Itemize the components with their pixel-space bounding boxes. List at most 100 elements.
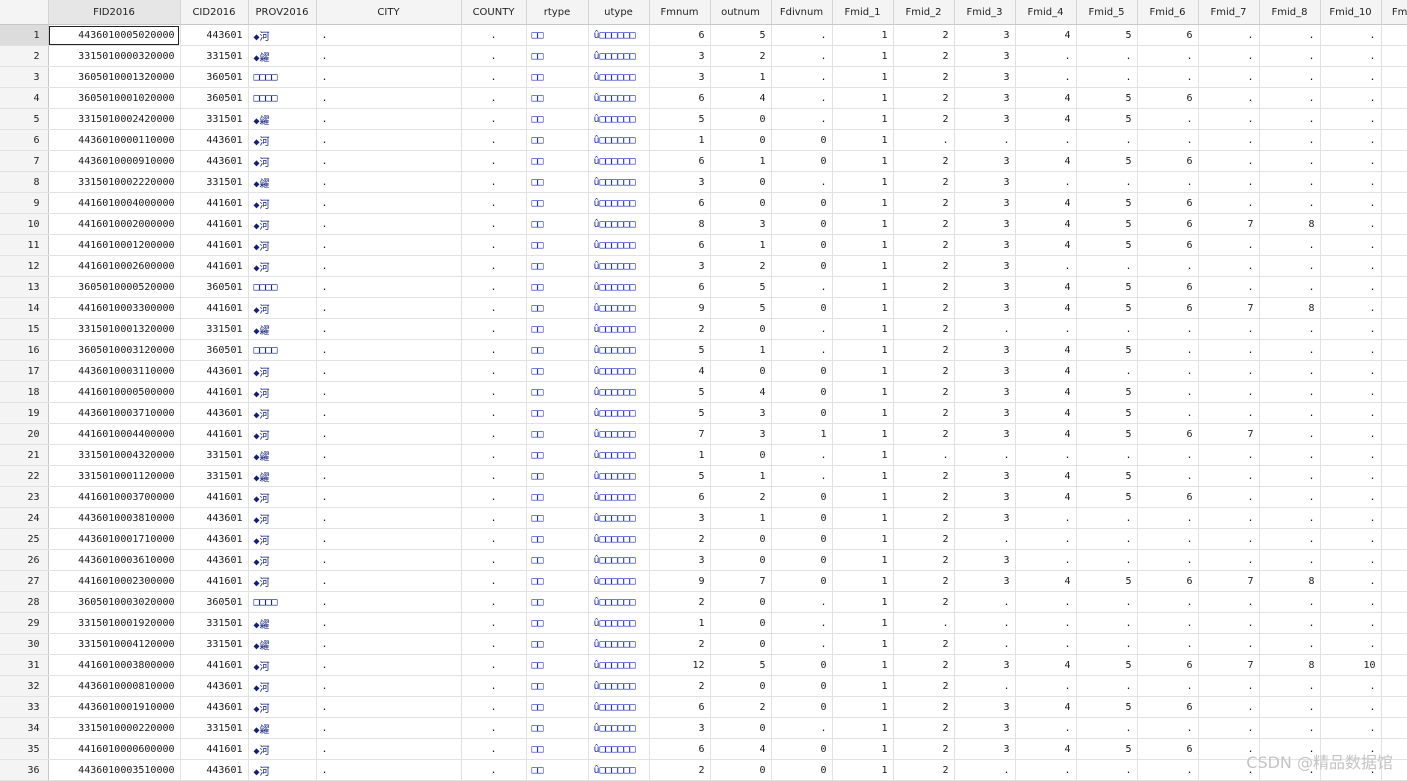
table-cell[interactable]: 8 xyxy=(1259,297,1321,319)
table-cell[interactable]: . xyxy=(1259,591,1321,613)
table-cell[interactable]: . xyxy=(1320,360,1382,382)
table-cell[interactable]: û□□□□□□ xyxy=(588,486,650,508)
table-cell[interactable]: 0 xyxy=(771,549,833,571)
column-header[interactable]: Fmid_3 xyxy=(954,0,1016,25)
table-cell[interactable]: . xyxy=(1015,444,1077,466)
table-cell[interactable]: 4 xyxy=(1015,108,1077,130)
table-cell[interactable]: 6 xyxy=(1137,150,1199,172)
table-cell[interactable]: 1 xyxy=(710,507,772,529)
table-cell[interactable]: 2 xyxy=(893,87,955,109)
table-cell[interactable]: 441601 xyxy=(180,192,249,214)
table-cell[interactable]: 1 xyxy=(832,465,894,487)
row-number[interactable]: 20 xyxy=(0,423,49,445)
table-cell[interactable]: 1 xyxy=(832,738,894,760)
table-cell[interactable]: . xyxy=(1198,486,1260,508)
table-cell[interactable]: 0 xyxy=(771,150,833,172)
table-cell[interactable] xyxy=(1381,528,1407,550)
table-cell[interactable]: . xyxy=(316,612,462,634)
table-cell[interactable]: ◆河 xyxy=(248,738,317,760)
table-cell[interactable]: 6 xyxy=(1137,234,1199,256)
table-cell[interactable]: 6 xyxy=(1137,654,1199,676)
table-cell[interactable]: 5 xyxy=(1076,570,1138,592)
table-cell[interactable]: . xyxy=(1259,465,1321,487)
table-cell[interactable]: ◆河 xyxy=(248,759,317,781)
table-cell[interactable]: û□□□□□□ xyxy=(588,45,650,67)
table-cell[interactable]: . xyxy=(1198,507,1260,529)
table-cell[interactable]: û□□□□□□ xyxy=(588,759,650,781)
table-cell[interactable]: 7 xyxy=(1198,423,1260,445)
table-cell[interactable]: . xyxy=(316,255,462,277)
table-cell[interactable]: 3 xyxy=(954,465,1016,487)
row-number[interactable]: 1 xyxy=(0,24,49,46)
table-cell[interactable]: ◆糴 xyxy=(248,108,317,130)
table-cell[interactable]: . xyxy=(954,612,1016,634)
table-cell[interactable]: . xyxy=(1137,66,1199,88)
table-cell[interactable]: . xyxy=(1198,45,1260,67)
table-cell[interactable]: □□ xyxy=(526,570,589,592)
table-cell[interactable]: 4416010002600000 xyxy=(48,255,181,277)
table-cell[interactable]: □□ xyxy=(526,24,589,46)
table-cell[interactable]: 2 xyxy=(893,234,955,256)
table-cell[interactable]: 4436010005020000 xyxy=(48,24,181,46)
table-cell[interactable]: . xyxy=(1259,234,1321,256)
table-cell[interactable]: . xyxy=(1137,339,1199,361)
table-cell[interactable]: . xyxy=(316,129,462,151)
table-cell[interactable]: 5 xyxy=(1076,696,1138,718)
table-cell[interactable]: . xyxy=(461,696,527,718)
table-cell[interactable]: . xyxy=(1198,591,1260,613)
row-number[interactable]: 29 xyxy=(0,612,49,634)
table-cell[interactable]: û□□□□□□ xyxy=(588,108,650,130)
table-cell[interactable]: 4416010000600000 xyxy=(48,738,181,760)
row-number[interactable]: 7 xyxy=(0,150,49,172)
table-cell[interactable]: . xyxy=(1259,675,1321,697)
table-cell[interactable]: . xyxy=(1259,24,1321,46)
table-cell[interactable]: □□ xyxy=(526,654,589,676)
table-cell[interactable]: ◆河 xyxy=(248,213,317,235)
table-cell[interactable]: 6 xyxy=(649,192,711,214)
table-cell[interactable]: . xyxy=(1198,24,1260,46)
table-cell[interactable]: . xyxy=(1076,444,1138,466)
table-cell[interactable]: 0 xyxy=(771,675,833,697)
table-cell[interactable]: . xyxy=(316,738,462,760)
table-cell[interactable]: 2 xyxy=(893,24,955,46)
table-cell[interactable]: 3315010001320000 xyxy=(48,318,181,340)
table-cell[interactable]: . xyxy=(1015,255,1077,277)
table-cell[interactable]: ◆糴 xyxy=(248,444,317,466)
row-number[interactable]: 10 xyxy=(0,213,49,235)
table-cell[interactable]: 2 xyxy=(893,66,955,88)
table-cell[interactable]: . xyxy=(461,360,527,382)
column-header[interactable]: FID2016 xyxy=(48,0,181,25)
table-cell[interactable]: □□□□ xyxy=(248,276,317,298)
table-cell[interactable]: ◆河 xyxy=(248,234,317,256)
table-cell[interactable]: 4 xyxy=(1015,423,1077,445)
table-cell[interactable]: ◆河 xyxy=(248,528,317,550)
table-cell[interactable]: 5 xyxy=(1076,234,1138,256)
table-cell[interactable]: . xyxy=(1198,66,1260,88)
table-cell[interactable]: . xyxy=(1076,675,1138,697)
table-cell[interactable]: . xyxy=(1137,360,1199,382)
table-cell[interactable]: . xyxy=(954,675,1016,697)
table-cell[interactable]: 3 xyxy=(954,192,1016,214)
column-header[interactable]: Fdivnum xyxy=(771,0,833,25)
table-cell[interactable]: 0 xyxy=(771,381,833,403)
table-cell[interactable]: □□ xyxy=(526,276,589,298)
table-cell[interactable]: 0 xyxy=(710,612,772,634)
table-cell[interactable]: 0 xyxy=(771,654,833,676)
table-cell[interactable]: 5 xyxy=(1076,339,1138,361)
table-cell[interactable]: . xyxy=(1076,507,1138,529)
table-cell[interactable]: □□ xyxy=(526,129,589,151)
table-cell[interactable]: . xyxy=(461,591,527,613)
table-cell[interactable] xyxy=(1381,612,1407,634)
table-cell[interactable]: 1 xyxy=(649,444,711,466)
table-cell[interactable]: □□ xyxy=(526,213,589,235)
table-cell[interactable] xyxy=(1381,549,1407,571)
table-cell[interactable]: . xyxy=(461,381,527,403)
table-cell[interactable]: . xyxy=(1137,402,1199,424)
table-cell[interactable]: ◆糴 xyxy=(248,45,317,67)
table-cell[interactable]: . xyxy=(316,696,462,718)
column-header[interactable]: CID2016 xyxy=(180,0,249,25)
table-cell[interactable]: 2 xyxy=(710,45,772,67)
table-cell[interactable]: 5 xyxy=(1076,213,1138,235)
column-header[interactable]: Fmid_1 xyxy=(832,0,894,25)
table-cell[interactable]: . xyxy=(771,339,833,361)
